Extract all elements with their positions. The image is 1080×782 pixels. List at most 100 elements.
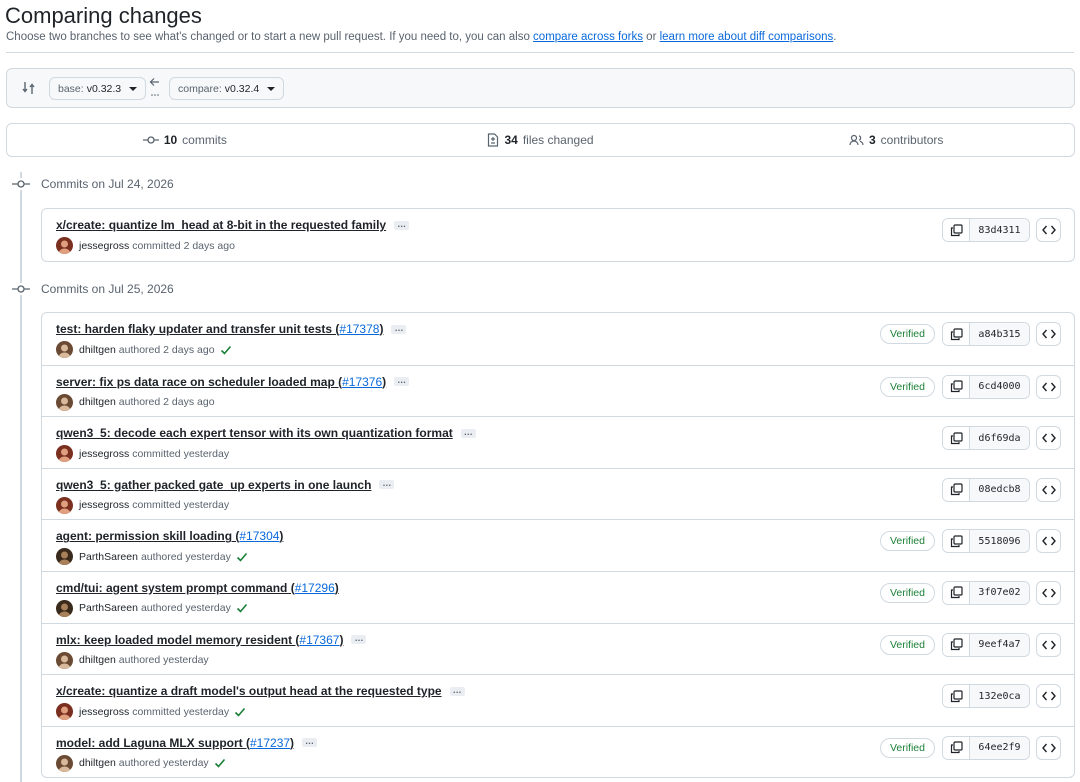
pull-request-link[interactable]: #17304 — [239, 529, 279, 543]
compare-branch-select[interactable]: compare: v0.32.4 — [169, 77, 285, 100]
verified-badge[interactable]: Verified — [879, 737, 935, 758]
copy-sha-button[interactable] — [943, 581, 970, 604]
copy-sha-button[interactable] — [943, 633, 970, 656]
copy-sha-button[interactable] — [943, 478, 970, 501]
avatar[interactable] — [56, 651, 73, 669]
commit-message-link[interactable]: qwen3_5: gather packed gate_up experts i… — [56, 478, 371, 492]
check-icon[interactable] — [214, 757, 226, 769]
commit-sha-link[interactable]: 9eef4a7 — [970, 633, 1029, 656]
pull-request-link[interactable]: #17367 — [299, 633, 339, 647]
commit-message-link[interactable]: model: add Laguna MLX support ( — [56, 736, 250, 750]
commits-tab[interactable]: 10 commits — [7, 124, 363, 156]
commit-sha-link[interactable]: 5518096 — [970, 530, 1029, 553]
expand-message-button[interactable]: … — [394, 219, 410, 230]
commit-author-link[interactable]: ParthSareen — [79, 602, 138, 614]
commit-message-link[interactable]: x/create: quantize lm_head at 8-bit in t… — [56, 218, 386, 232]
compare-across-forks-link[interactable]: compare across forks — [533, 31, 643, 43]
commit-author-link[interactable]: dhiltgen — [79, 396, 116, 408]
check-icon[interactable] — [234, 706, 246, 718]
commit-author-link[interactable]: dhiltgen — [79, 757, 116, 769]
commit-author-link[interactable]: ParthSareen — [79, 551, 138, 563]
commit-sha-link[interactable]: a84b315 — [970, 323, 1029, 345]
avatar[interactable] — [56, 445, 73, 463]
commit-author-link[interactable]: jessegross — [79, 499, 129, 511]
pull-request-link[interactable]: #17237 — [250, 736, 290, 750]
commit-author-link[interactable]: jessegross — [79, 240, 129, 252]
verified-badge[interactable]: Verified — [879, 324, 935, 344]
base-branch-select[interactable]: base: v0.32.3 — [49, 77, 147, 100]
expand-message-button[interactable]: … — [449, 685, 465, 696]
avatar[interactable] — [56, 341, 73, 358]
code-icon — [1041, 225, 1056, 235]
commit-title: x/create: quantize a draft model's outpu… — [56, 684, 465, 698]
commit-author-link[interactable]: dhiltgen — [79, 344, 116, 356]
compare-summary-bar: 10 commits 34 files changed 3 contributors — [6, 123, 1075, 157]
avatar[interactable] — [56, 548, 73, 566]
commit-author-link[interactable]: jessegross — [79, 448, 129, 460]
copy-sha-button[interactable] — [943, 685, 970, 708]
learn-more-diff-link[interactable]: learn more about diff comparisons — [660, 31, 834, 43]
commit-time: yesterday — [185, 602, 231, 615]
commit-sha-link[interactable]: 6cd4000 — [970, 375, 1029, 398]
copy-sha-button[interactable] — [943, 427, 970, 450]
files-changed-tab[interactable]: 34 files changed — [363, 124, 719, 156]
copy-sha-button[interactable] — [943, 323, 970, 345]
expand-message-button[interactable]: … — [394, 376, 410, 387]
commit-sha-link[interactable]: 3f07e02 — [970, 581, 1029, 604]
browse-repository-button[interactable] — [1036, 580, 1061, 605]
expand-message-button[interactable]: … — [302, 737, 318, 748]
browse-repository-button[interactable] — [1036, 684, 1061, 709]
commit-author-link[interactable]: jessegross — [79, 706, 129, 718]
commit-sha-link[interactable]: 08edcb8 — [970, 478, 1029, 501]
commit-row: x/create: quantize a draft model's outpu… — [42, 674, 1074, 726]
pull-request-link[interactable]: #17296 — [295, 581, 335, 595]
copy-sha-button[interactable] — [943, 375, 970, 398]
browse-repository-button[interactable] — [1036, 477, 1061, 502]
avatar[interactable] — [56, 599, 73, 617]
check-icon[interactable] — [236, 602, 248, 614]
commit-message-link[interactable]: server: fix ps data race on scheduler lo… — [56, 375, 342, 389]
commit-sha-link[interactable]: 64ee2f9 — [970, 736, 1029, 759]
avatar[interactable] — [56, 754, 73, 772]
browse-repository-button[interactable] — [1036, 426, 1061, 451]
verified-badge[interactable]: Verified — [879, 634, 935, 655]
expand-message-button[interactable]: … — [379, 479, 395, 490]
commit-sha-link[interactable]: d6f69da — [970, 427, 1029, 450]
browse-repository-button[interactable] — [1036, 529, 1061, 554]
commit-message-link[interactable]: agent: permission skill loading ( — [56, 529, 239, 543]
commit-sha-link[interactable]: 83d4311 — [970, 219, 1029, 241]
pull-request-link[interactable]: #17376 — [342, 375, 382, 389]
browse-repository-button[interactable] — [1036, 735, 1061, 760]
commit-message-link[interactable]: qwen3_5: decode each expert tensor with … — [56, 426, 453, 440]
browse-repository-button[interactable] — [1036, 218, 1061, 242]
expand-message-button[interactable]: … — [391, 323, 407, 334]
commit-row: agent: permission skill loading (#17304)… — [42, 519, 1074, 571]
browse-repository-button[interactable] — [1036, 322, 1061, 346]
verified-badge[interactable]: Verified — [879, 376, 935, 397]
expand-message-button[interactable]: … — [460, 427, 476, 438]
commit-message-link[interactable]: cmd/tui: agent system prompt command ( — [56, 581, 295, 595]
contributors-tab[interactable]: 3 contributors — [718, 124, 1074, 156]
copy-icon — [950, 483, 963, 496]
verified-badge[interactable]: Verified — [879, 582, 935, 603]
expand-message-button[interactable]: … — [351, 634, 367, 645]
commit-message-link[interactable]: x/create: quantize a draft model's outpu… — [56, 684, 442, 698]
avatar[interactable] — [56, 496, 73, 514]
check-icon[interactable] — [236, 551, 248, 563]
verified-badge[interactable]: Verified — [879, 531, 935, 552]
pull-request-link[interactable]: #17378 — [339, 322, 379, 336]
copy-sha-button[interactable] — [943, 530, 970, 553]
avatar[interactable] — [56, 237, 73, 254]
commit-author-link[interactable]: dhiltgen — [79, 654, 116, 666]
commit-sha-link[interactable]: 132e0ca — [970, 685, 1029, 708]
browse-repository-button[interactable] — [1036, 632, 1061, 657]
copy-sha-button[interactable] — [943, 736, 970, 759]
browse-repository-button[interactable] — [1036, 374, 1061, 399]
avatar[interactable] — [56, 703, 73, 721]
copy-sha-button[interactable] — [943, 219, 970, 241]
commit-message-link[interactable]: mlx: keep loaded model memory resident ( — [56, 633, 299, 647]
commit-title: qwen3_5: decode each expert tensor with … — [56, 426, 476, 440]
check-icon[interactable] — [220, 344, 232, 356]
avatar[interactable] — [56, 393, 73, 411]
commit-message-link[interactable]: test: harden flaky updater and transfer … — [56, 322, 339, 336]
